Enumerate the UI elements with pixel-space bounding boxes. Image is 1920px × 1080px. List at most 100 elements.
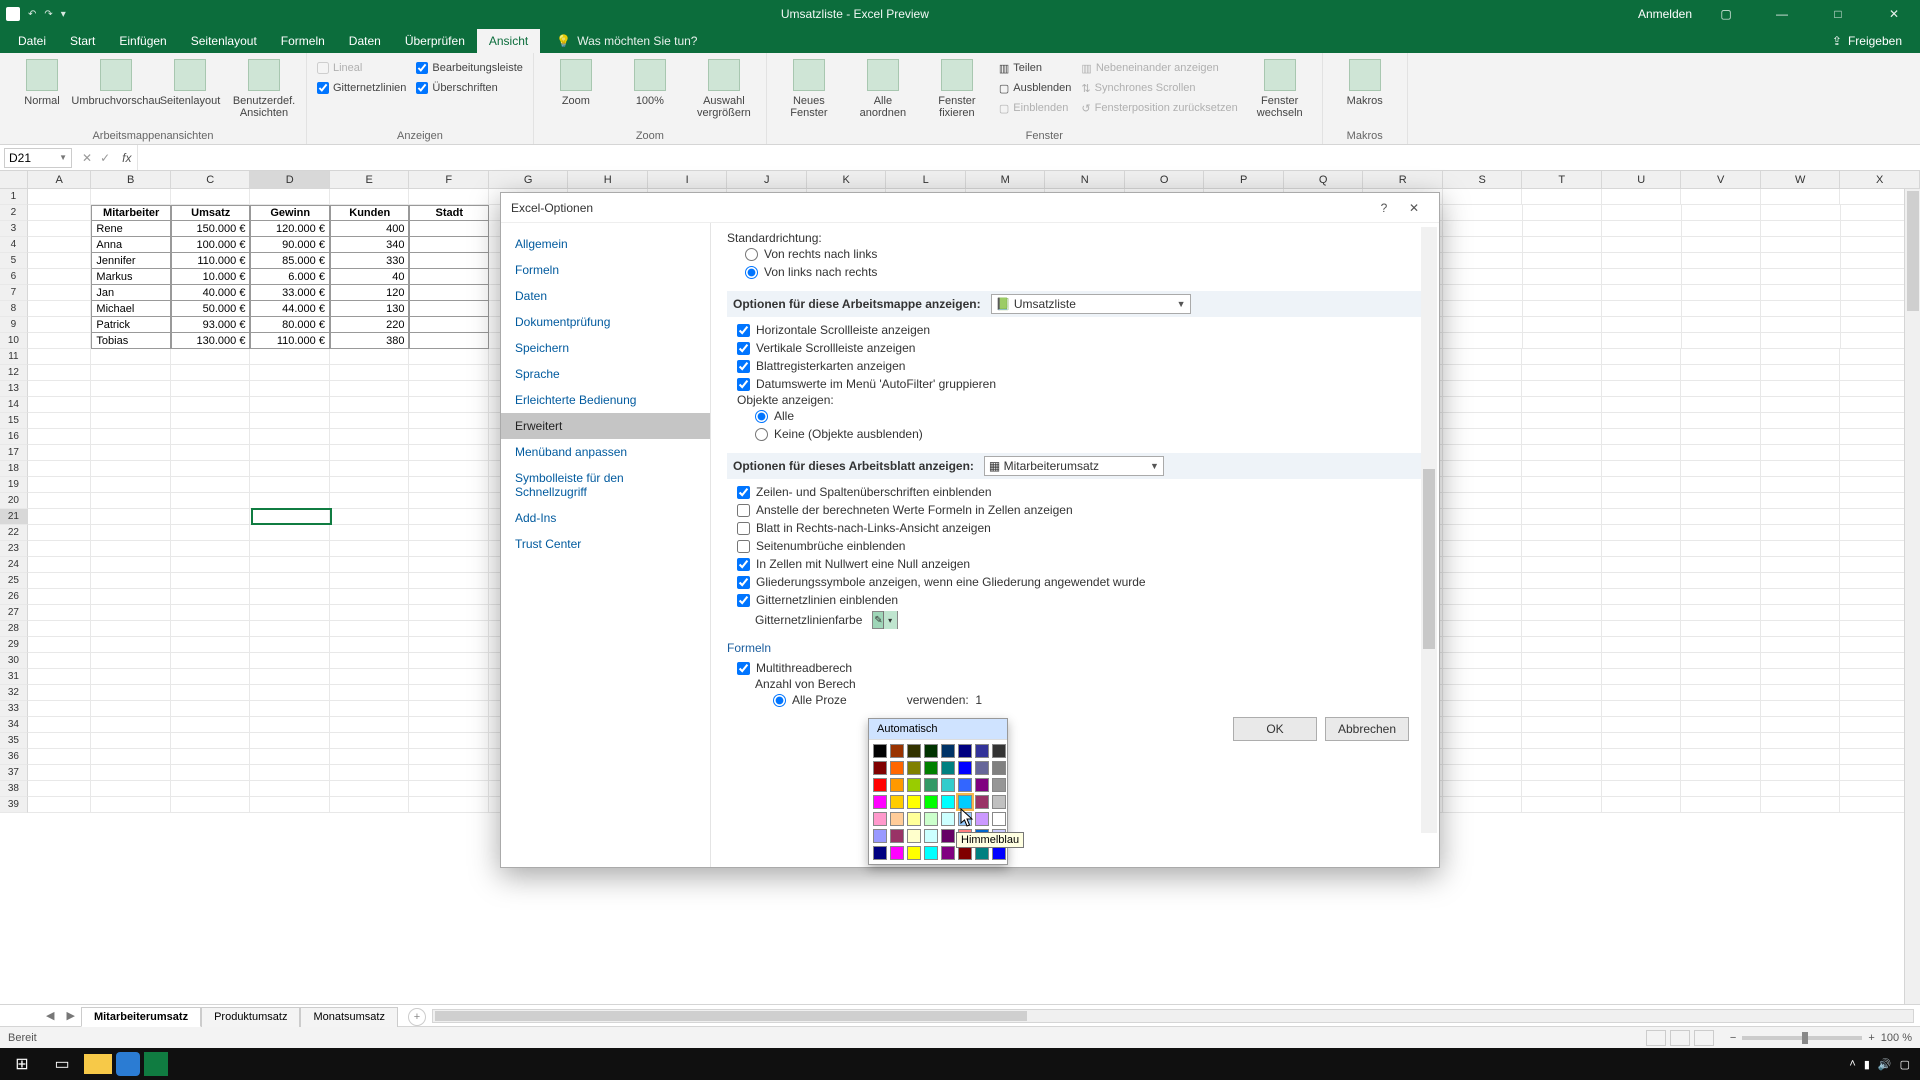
color-swatch[interactable] [992,812,1006,826]
color-swatch[interactable] [907,829,921,843]
color-swatch[interactable] [924,795,938,809]
dialog-nav-item[interactable]: Trust Center [501,531,710,557]
vscroll-label: Vertikale Scrollleiste anzeigen [756,341,915,355]
color-swatch[interactable] [924,778,938,792]
dialog-nav-item[interactable]: Erleichterte Bedienung [501,387,710,413]
color-swatch[interactable] [941,744,955,758]
color-swatch[interactable] [890,812,904,826]
color-swatch[interactable] [975,778,989,792]
color-swatch[interactable] [924,761,938,775]
color-swatch[interactable] [975,744,989,758]
color-swatch[interactable] [992,744,1006,758]
color-swatch[interactable] [941,812,955,826]
color-swatch[interactable] [873,761,887,775]
color-swatch[interactable] [924,846,938,860]
color-swatch[interactable] [975,761,989,775]
color-swatch[interactable] [975,812,989,826]
color-swatch[interactable] [958,846,972,860]
color-swatch[interactable] [924,829,938,843]
direction-rtl-radio[interactable]: Von rechts nach links [745,245,1423,263]
zeilenspalten-label: Zeilen- und Spaltenüberschriften einblen… [756,485,992,499]
color-swatch[interactable] [958,761,972,775]
dialog-content: Standardrichtung: Von rechts nach links … [711,223,1439,867]
pagebreaks-checkbox[interactable]: Seitenumbrüche einblenden [737,537,1423,555]
dialog-nav-item[interactable]: Menüband anpassen [501,439,710,465]
chevron-down-icon: ▼ [1150,461,1159,471]
dialog-nav-item[interactable]: Sprache [501,361,710,387]
color-swatch[interactable] [873,778,887,792]
dialog-nav-item[interactable]: Erweitert [501,413,710,439]
dialog-nav-item[interactable]: Allgemein [501,231,710,257]
hscroll-checkbox[interactable]: Horizontale Scrollleiste anzeigen [737,321,1423,339]
color-swatch[interactable] [873,744,887,758]
worksheet-dropdown[interactable]: ▦ Mitarbeiterumsatz ▼ [984,456,1164,476]
dialog-nav-item[interactable]: Speichern [501,335,710,361]
dialog-nav-item[interactable]: Daten [501,283,710,309]
color-swatch[interactable] [975,846,989,860]
workbook-dropdown[interactable]: 📗 Umsatzliste ▼ [991,294,1191,314]
blattrl-label: Blatt in Rechts-nach-Links-Ansicht anzei… [756,521,991,535]
all-processors-radio[interactable]: Alle Proze [773,691,847,709]
color-swatch[interactable] [907,795,921,809]
dialog-scrollbar[interactable] [1421,227,1437,833]
objects-all-radio[interactable]: Alle [755,407,1423,425]
color-swatch[interactable] [907,778,921,792]
color-swatch[interactable] [907,846,921,860]
dialog-nav-item[interactable]: Formeln [501,257,710,283]
dialog-close-button[interactable]: ✕ [1399,201,1429,215]
color-swatch[interactable] [958,778,972,792]
color-swatch[interactable] [958,795,972,809]
color-swatch[interactable] [890,829,904,843]
autofilter-group-checkbox[interactable]: Datumswerte im Menü 'AutoFilter' gruppie… [737,375,1423,393]
cancel-button[interactable]: Abbrechen [1325,717,1409,741]
vscroll-checkbox[interactable]: Vertikale Scrollleiste anzeigen [737,339,1423,357]
formulas-in-cells-checkbox[interactable]: Anstelle der berechneten Werte Formeln i… [737,501,1423,519]
ltr-label: Von links nach rechts [764,265,877,279]
dialog-nav-item[interactable]: Add-Ins [501,505,710,531]
color-swatch[interactable] [941,778,955,792]
sheet-rtl-checkbox[interactable]: Blatt in Rechts-nach-Links-Ansicht anzei… [737,519,1423,537]
color-swatch[interactable] [992,795,1006,809]
color-swatch[interactable] [992,761,1006,775]
color-swatch[interactable] [958,744,972,758]
objects-none-radio[interactable]: Keine (Objekte ausblenden) [755,425,1423,443]
color-swatch[interactable] [890,761,904,775]
dialog-nav-item[interactable]: Dokumentprüfung [501,309,710,335]
rowcol-headers-checkbox[interactable]: Zeilen- und Spaltenüberschriften einblen… [737,483,1423,501]
multithread-checkbox[interactable]: Multithreadberech [737,659,1423,677]
sheettabs-checkbox[interactable]: Blattregisterkarten anzeigen [737,357,1423,375]
color-swatch[interactable] [975,795,989,809]
color-swatch[interactable] [890,846,904,860]
color-swatch[interactable] [890,795,904,809]
color-swatch[interactable] [873,812,887,826]
color-swatch[interactable] [873,829,887,843]
dialog-help-button[interactable]: ? [1369,201,1399,215]
color-swatch[interactable] [992,778,1006,792]
ok-button[interactable]: OK [1233,717,1317,741]
direction-ltr-radio[interactable]: Von links nach rechts [745,263,1423,281]
color-swatch[interactable] [907,812,921,826]
color-swatch[interactable] [890,778,904,792]
zero-values-checkbox[interactable]: In Zellen mit Nullwert eine Null anzeige… [737,555,1423,573]
color-swatch[interactable] [907,761,921,775]
automatic-color-item[interactable]: Automatisch [869,719,1007,740]
color-swatch[interactable] [941,761,955,775]
color-swatch[interactable] [924,744,938,758]
color-swatch[interactable] [873,795,887,809]
color-swatch[interactable] [958,812,972,826]
cancel-label: Abbrechen [1338,722,1396,736]
color-swatch[interactable] [941,795,955,809]
color-swatch[interactable] [941,846,955,860]
workbook-options-label: Optionen für diese Arbeitsmappe anzeigen… [733,297,981,311]
color-swatch[interactable] [890,744,904,758]
worksheet-options-label: Optionen für dieses Arbeitsblatt anzeige… [733,459,974,473]
color-swatch[interactable] [941,829,955,843]
dialog-nav-item[interactable]: Symbolleiste für den Schnellzugriff [501,465,710,505]
color-swatch[interactable] [907,744,921,758]
gridline-color-button[interactable]: ✎ ▾ [872,611,898,629]
color-swatch[interactable] [873,846,887,860]
color-swatch[interactable] [992,846,1006,860]
outline-symbols-checkbox[interactable]: Gliederungssymbole anzeigen, wenn eine G… [737,573,1423,591]
color-swatch[interactable] [924,812,938,826]
gridlines-show-checkbox[interactable]: Gitternetzlinien einblenden [737,591,1423,609]
